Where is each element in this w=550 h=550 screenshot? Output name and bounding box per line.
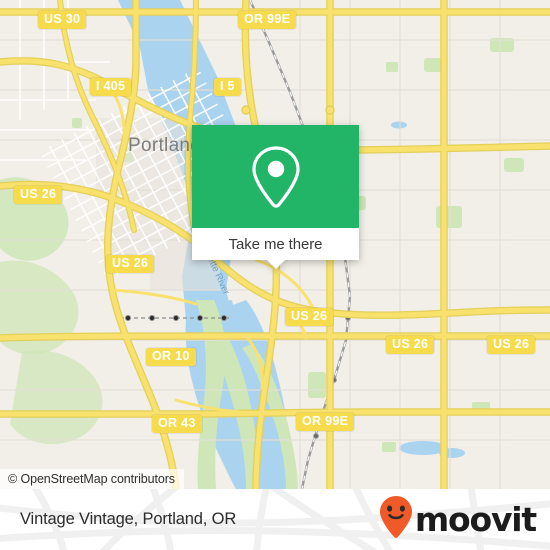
- moovit-place-map-screenshot: Portland Willamette River US 30 OR 99E I 4…: [0, 0, 550, 550]
- osm-attribution: © OpenStreetMap contributors: [0, 469, 184, 489]
- road-shield-label: US 30: [44, 12, 81, 26]
- road-shield: OR 10: [146, 348, 196, 367]
- road-shield: OR 99E: [296, 413, 355, 432]
- moovit-wordmark: moovit: [414, 500, 537, 539]
- moovit-logo[interactable]: moovit: [379, 495, 537, 544]
- road-shield: US 26: [285, 308, 334, 327]
- popup-pointer-tail: [266, 260, 285, 269]
- map-city-label: Portland: [128, 135, 201, 156]
- road-shield: US 26: [106, 255, 155, 274]
- road-shield-label: I 5: [220, 79, 235, 93]
- map-canvas[interactable]: Portland Willamette River US 30 OR 99E I 4…: [0, 0, 550, 489]
- footer-bar: Vintage Vintage, Portland, OR moovit: [0, 489, 550, 550]
- map-pin-icon: [248, 144, 304, 210]
- road-shield-label: US 26: [291, 309, 328, 323]
- road-shield-label: US 26: [112, 256, 149, 270]
- osm-attribution-text: © OpenStreetMap contributors: [8, 472, 175, 486]
- road-shield: I 5: [214, 78, 241, 97]
- popup-image-placeholder: [192, 125, 359, 228]
- road-shield-label: I 405: [96, 79, 126, 93]
- road-shield: I 405: [90, 78, 132, 97]
- road-shield-label: OR 99E: [302, 414, 349, 428]
- road-shield-label: OR 43: [158, 416, 196, 430]
- road-shield: US 26: [487, 336, 536, 355]
- road-shield: OR 99E: [238, 11, 297, 30]
- place-popup-card[interactable]: Take me there: [192, 125, 359, 269]
- road-shield-label: US 26: [493, 337, 530, 351]
- moovit-smiley-pin-icon: [379, 495, 413, 544]
- take-me-there-button[interactable]: Take me there: [192, 228, 359, 269]
- road-shield-label: OR 10: [152, 349, 190, 363]
- road-shield: US 26: [14, 186, 63, 205]
- road-shield: US 26: [386, 336, 435, 355]
- take-me-there-label: Take me there: [228, 235, 323, 253]
- place-title: Vintage Vintage, Portland, OR: [20, 510, 237, 528]
- road-shield-label: US 26: [20, 187, 57, 201]
- road-shield: OR 43: [152, 415, 202, 434]
- road-shield-label: US 26: [392, 337, 429, 351]
- road-shield-label: OR 99E: [244, 12, 291, 26]
- road-shield: US 30: [38, 11, 87, 30]
